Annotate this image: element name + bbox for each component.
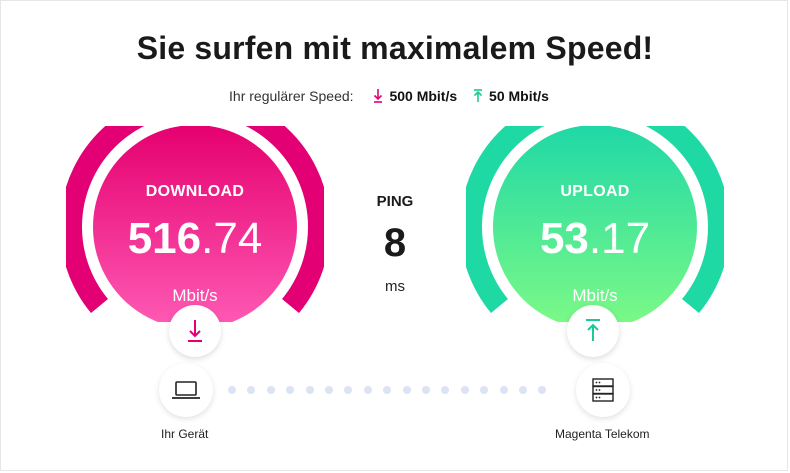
ping-value: 8: [383, 221, 407, 265]
upload-arrow-icon: [473, 89, 483, 103]
connection-dot: [247, 386, 256, 394]
regular-speed-line: Ihr regulärer Speed: 500 Mbit/s 50 Mbit/…: [0, 88, 790, 104]
ping-unit: ms: [385, 278, 405, 295]
download-value: 516.74: [127, 214, 263, 263]
connection-dot: [460, 386, 469, 394]
connection-dot: [286, 386, 295, 394]
upload-unit: Mbit/s: [572, 286, 618, 305]
download-direction-badge: [169, 305, 221, 357]
connection-dot: [325, 386, 333, 394]
upload-arrow-icon: [586, 319, 600, 341]
connection-dot: [519, 386, 527, 394]
upload-direction-badge: [567, 305, 619, 357]
laptop-icon: [172, 381, 200, 399]
connection-dot: [363, 386, 372, 394]
client-device: [159, 363, 213, 417]
download-gauge: DOWNLOAD 516.74 Mbit/s: [66, 126, 324, 322]
regular-download-speed: 500 Mbit/s: [389, 88, 458, 104]
connection-dots: [228, 386, 562, 396]
connection-dot: [305, 386, 314, 394]
download-unit: Mbit/s: [172, 286, 218, 305]
client-device-label: Ihr Gerät: [161, 427, 209, 441]
connection-dot: [383, 386, 392, 394]
regular-speed-label: Ihr regulärer Speed:: [229, 88, 354, 104]
download-title: DOWNLOAD: [145, 183, 245, 200]
connection-dot: [480, 386, 489, 394]
connection-dot: [441, 386, 450, 394]
connection-dot: [422, 386, 430, 394]
connection-dot: [538, 386, 547, 394]
connection-dot: [402, 386, 411, 394]
download-arrow-icon: [188, 320, 202, 342]
upload-value: 53.17: [539, 214, 651, 263]
connection-dot: [228, 386, 236, 394]
upload-gauge: UPLOAD 53.17 Mbit/s: [466, 126, 724, 322]
connection-dot: [344, 386, 353, 394]
connection-dot: [499, 386, 508, 394]
result-headline: Sie surfen mit maximalem Speed!: [136, 30, 654, 66]
ping-title: PING: [376, 193, 414, 210]
regular-upload-speed: 50 Mbit/s: [489, 88, 549, 104]
upload-title: UPLOAD: [560, 183, 630, 200]
server-icon: [592, 378, 614, 402]
server-device-label: Magenta Telekom: [555, 427, 650, 441]
connection-dot: [266, 386, 275, 394]
server-device: [576, 363, 630, 417]
download-arrow-icon: [373, 89, 383, 103]
